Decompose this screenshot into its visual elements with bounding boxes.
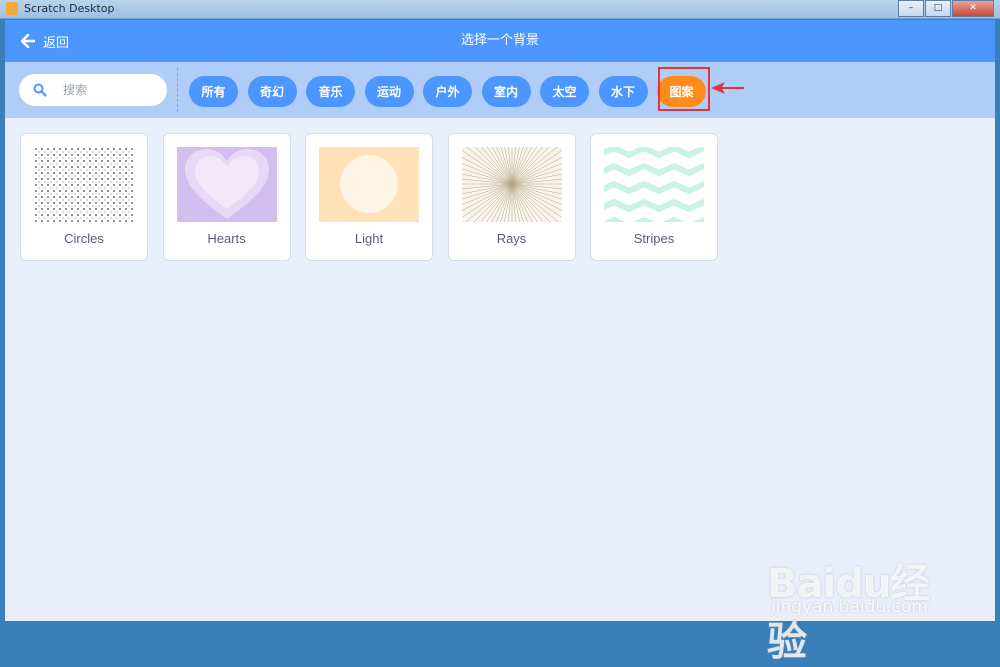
back-label: 返回 — [43, 35, 70, 51]
baidu-watermark: Baidu经验 jingyan.baidu.com — [767, 531, 957, 665]
tag-all[interactable]: 所有 — [189, 76, 238, 107]
stripes-thumbnail — [604, 147, 704, 222]
backdrop-name: Hearts — [207, 231, 246, 246]
backdrop-library: 返回 选择一个背景 所有 奇幻 音乐 运动 户外 室内 太空 水下 图案 — [5, 20, 995, 665]
tag-fantasy[interactable]: 奇幻 — [247, 76, 297, 107]
window-titlebar: Scratch Desktop – □ ✕ — [0, 0, 1000, 19]
maximize-button[interactable]: □ — [925, 0, 951, 17]
annotation-highlight-box — [658, 67, 710, 111]
backdrop-name: Rays — [496, 231, 527, 246]
hearts-thumbnail — [176, 147, 277, 222]
tag-indoors[interactable]: 室内 — [481, 76, 531, 107]
backdrop-card-hearts[interactable]: Hearts — [162, 133, 291, 261]
backdrop-card-circles[interactable]: Circles — [20, 133, 148, 261]
backdrop-name: Stripes — [633, 231, 675, 246]
back-arrow-icon — [21, 34, 35, 48]
circles-thumbnail — [34, 147, 134, 222]
scratch-app-icon — [6, 2, 18, 15]
tag-outdoors[interactable]: 户外 — [423, 76, 472, 107]
backdrop-card-light[interactable]: Light — [305, 133, 433, 261]
tag-music[interactable]: 音乐 — [306, 76, 355, 107]
filter-bar: 所有 奇幻 音乐 运动 户外 室内 太空 水下 图案 — [5, 62, 995, 118]
minimize-button[interactable]: – — [898, 0, 924, 17]
back-button[interactable]: 返回 — [21, 20, 69, 62]
backdrop-name: Circles — [64, 231, 104, 246]
tag-underwater[interactable]: 水下 — [598, 76, 648, 107]
library-header: 返回 选择一个背景 — [5, 20, 995, 62]
backdrop-card-rays[interactable]: Rays — [447, 133, 576, 261]
annotation-arrow-icon — [711, 82, 744, 94]
tag-list: 所有 奇幻 音乐 运动 户外 室内 太空 水下 图案 — [189, 76, 716, 107]
search-box[interactable] — [19, 74, 167, 106]
tag-space[interactable]: 太空 — [540, 76, 589, 107]
backdrop-card-stripes[interactable]: Stripes — [590, 133, 718, 261]
backdrop-grid: Circles Hearts Light Rays Stripes — [20, 133, 733, 261]
search-icon — [33, 83, 47, 97]
light-thumbnail — [319, 147, 419, 222]
window-title: Scratch Desktop — [24, 2, 115, 15]
tag-sports[interactable]: 运动 — [364, 76, 414, 107]
close-button[interactable]: ✕ — [952, 0, 994, 17]
search-input[interactable] — [61, 82, 155, 98]
watermark-url: jingyan.baidu.com — [771, 597, 928, 617]
page-title: 选择一个背景 — [460, 33, 539, 48]
window-controls: – □ ✕ — [897, 0, 994, 17]
backdrop-name: Light — [354, 231, 384, 246]
filter-divider — [177, 68, 178, 112]
rays-thumbnail — [461, 147, 562, 222]
